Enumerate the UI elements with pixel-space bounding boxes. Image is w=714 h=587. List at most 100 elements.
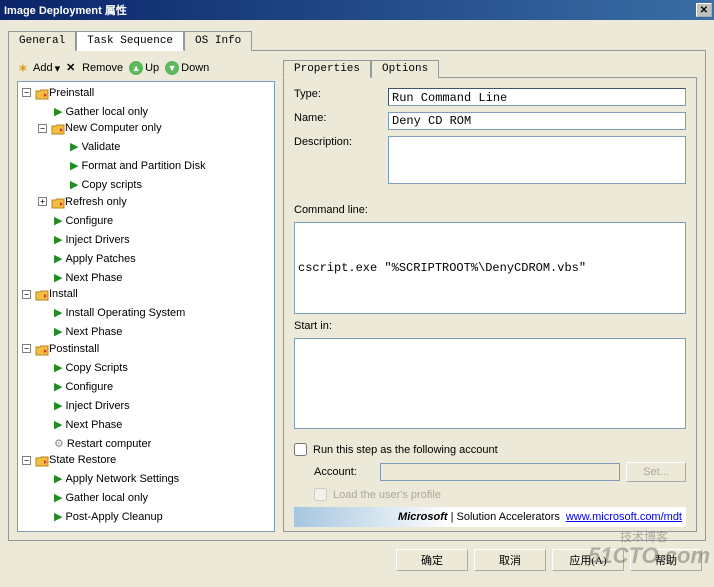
collapse-icon[interactable]: − (22, 290, 31, 299)
folder-icon (51, 197, 63, 207)
close-icon[interactable]: ✕ (696, 3, 712, 17)
load-profile-checkbox (314, 488, 327, 501)
tree-inject-drivers[interactable]: ▶Inject Drivers (38, 232, 130, 248)
type-value: Run Command Line (388, 88, 686, 106)
step-icon: ▶ (54, 213, 62, 229)
collapse-icon[interactable]: − (22, 344, 31, 353)
step-icon: ▶ (54, 360, 62, 376)
step-icon: ▶ (70, 158, 78, 174)
tree-apply-network[interactable]: ▶Apply Network Settings (38, 471, 179, 487)
desc-label: Description: (294, 136, 384, 148)
step-icon: ▶ (54, 232, 62, 248)
tree-copy-scripts-2[interactable]: ▶Copy Scripts (38, 360, 128, 376)
account-label: Account: (314, 466, 374, 478)
step-icon: ▶ (54, 528, 62, 532)
banner: Microsoft | Solution Accelerators www.mi… (294, 507, 686, 527)
add-button[interactable]: ✶Add ▾ (17, 61, 60, 75)
step-icon: ▶ (54, 471, 62, 487)
step-icon: ▶ (54, 270, 62, 286)
start-label: Start in: (294, 320, 686, 332)
name-label: Name: (294, 112, 384, 124)
tab-properties[interactable]: Properties (283, 60, 371, 78)
down-button[interactable]: ▼Down (165, 61, 209, 75)
command-line-input[interactable] (294, 222, 686, 314)
gear-icon: ⚙ (54, 436, 64, 452)
start-in-input[interactable] (294, 338, 686, 430)
tree-copy-scripts[interactable]: ▶Copy scripts (54, 177, 142, 193)
set-button: Set... (626, 462, 686, 482)
tree-apply-patches[interactable]: ▶Apply Patches (38, 251, 136, 267)
step-icon: ▶ (54, 490, 62, 506)
step-icon: ▶ (54, 509, 62, 525)
type-label: Type: (294, 88, 384, 100)
dialog-buttons: 确定 取消 应用(A) 帮助 (8, 541, 706, 571)
step-icon: ▶ (54, 104, 62, 120)
x-icon: ✕ (66, 61, 80, 75)
banner-brand: Microsoft | Solution Accelerators (398, 511, 560, 523)
folder-icon (35, 344, 47, 354)
window-title: Image Deployment 属性 (4, 2, 696, 18)
tree-validate[interactable]: ▶Validate (54, 139, 120, 155)
arrow-down-icon: ▼ (165, 61, 179, 75)
folder-icon (35, 88, 47, 98)
tree-install-os[interactable]: ▶Install Operating System (38, 305, 185, 321)
task-tree[interactable]: −Preinstall ▶Gather local only −New Comp… (17, 81, 275, 532)
outer-tabs: General Task Sequence OS Info (8, 30, 706, 51)
cancel-button[interactable]: 取消 (474, 549, 546, 571)
step-icon: ▶ (54, 251, 62, 267)
tab-options[interactable]: Options (371, 60, 439, 78)
step-icon: ▶ (54, 398, 62, 414)
step-icon: ▶ (54, 305, 62, 321)
ok-button[interactable]: 确定 (396, 549, 468, 571)
folder-icon (35, 455, 47, 465)
account-input (380, 463, 620, 481)
apply-button[interactable]: 应用(A) (552, 549, 624, 571)
banner-link[interactable]: www.microsoft.com/mdt (566, 511, 682, 523)
description-input[interactable] (388, 136, 686, 184)
tab-os-info[interactable]: OS Info (184, 31, 252, 51)
folder-icon (51, 123, 63, 133)
run-as-checkbox[interactable] (294, 443, 307, 456)
cmd-label: Command line: (294, 204, 686, 216)
step-icon: ▶ (54, 417, 62, 433)
collapse-icon[interactable]: − (38, 124, 47, 133)
arrow-up-icon: ▲ (129, 61, 143, 75)
tree-new-computer[interactable]: −New Computer only (38, 120, 162, 136)
tree-preinstall[interactable]: −Preinstall (22, 85, 94, 101)
tree-configure-2[interactable]: ▶Configure (38, 379, 113, 395)
step-icon: ▶ (54, 324, 62, 340)
tree-toolbar: ✶Add ▾ ✕Remove ▲Up ▼Down (17, 59, 275, 81)
tree-install[interactable]: −Install (22, 286, 78, 302)
tab-general[interactable]: General (8, 31, 76, 51)
tree-gather-local-2[interactable]: ▶Gather local only (38, 490, 148, 506)
folder-icon (35, 289, 47, 299)
tree-gather-local[interactable]: ▶Gather local only (38, 104, 148, 120)
tree-inject-drivers-2[interactable]: ▶Inject Drivers (38, 398, 130, 414)
collapse-icon[interactable]: − (22, 456, 31, 465)
tree-configure[interactable]: ▶Configure (38, 213, 113, 229)
tree-postinstall[interactable]: −Postinstall (22, 341, 99, 357)
step-icon: ▶ (70, 139, 78, 155)
name-input[interactable] (388, 112, 686, 130)
up-button[interactable]: ▲Up (129, 61, 159, 75)
tree-post-apply-cleanup[interactable]: ▶Post-Apply Cleanup (38, 509, 163, 525)
titlebar: Image Deployment 属性 ✕ (0, 0, 714, 20)
inner-tabs: Properties Options (283, 59, 697, 78)
collapse-icon[interactable]: − (22, 88, 31, 97)
tree-recover-domain[interactable]: ▶Recover From Domain (38, 528, 176, 532)
tree-next-phase-2[interactable]: ▶Next Phase (38, 324, 122, 340)
tree-state-restore[interactable]: −State Restore (22, 452, 116, 468)
tree-format-partition[interactable]: ▶Format and Partition Disk (54, 158, 206, 174)
star-icon: ✶ (17, 61, 31, 75)
remove-button[interactable]: ✕Remove (66, 61, 123, 75)
run-as-label: Run this step as the following account (313, 444, 498, 456)
expand-icon[interactable]: + (38, 197, 47, 206)
tree-refresh-only[interactable]: +Refresh only (38, 194, 127, 210)
load-profile-label: Load the user's profile (333, 489, 441, 501)
tree-restart[interactable]: ⚙Restart computer (38, 436, 151, 452)
tree-next-phase-3[interactable]: ▶Next Phase (38, 417, 122, 433)
tree-next-phase[interactable]: ▶Next Phase (38, 270, 122, 286)
step-icon: ▶ (54, 379, 62, 395)
tab-task-sequence[interactable]: Task Sequence (76, 31, 184, 51)
help-button[interactable]: 帮助 (630, 549, 702, 571)
